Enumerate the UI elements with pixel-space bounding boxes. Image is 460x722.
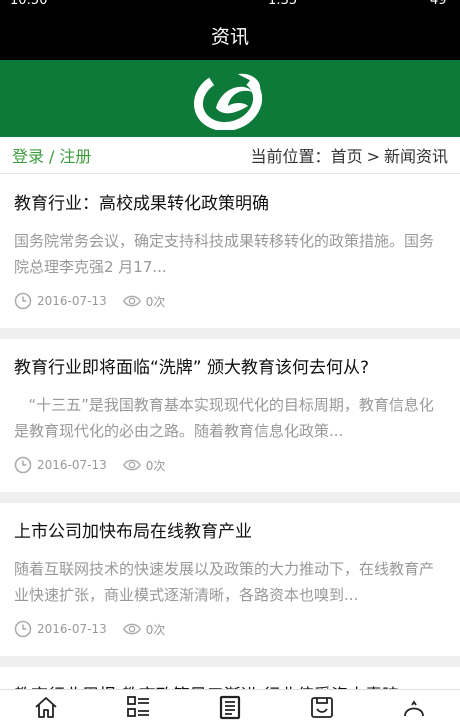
clock-icon: [14, 620, 32, 638]
news-item-meta: 2016-07-13 0次: [14, 452, 446, 492]
news-item-date: 2016-07-13: [37, 458, 107, 472]
news-item-date: 2016-07-13: [37, 622, 107, 636]
register-link[interactable]: 注册: [59, 147, 91, 166]
breadcrumb-home-link[interactable]: 首页: [331, 147, 363, 166]
news-item[interactable]: 上市公司加快布局在线教育产业 随着互联网技术的快速发展以及政策的大力推动下，在线…: [0, 503, 460, 656]
news-item[interactable]: 教育行业：高校成果转化政策明确 国务院常务会议，确定支持科技成果转移转化的政策措…: [0, 175, 460, 328]
tab-contact[interactable]: [276, 690, 368, 722]
news-item-title[interactable]: 上市公司加快布局在线教育产业: [14, 503, 446, 544]
news-item-title[interactable]: 教育行业：高校成果转化政策明确: [14, 175, 446, 216]
eye-icon: [122, 623, 141, 635]
status-time: 10:50: [10, 0, 48, 8]
clock-icon: [14, 292, 32, 310]
news-item-views: 0次: [145, 458, 166, 473]
breadcrumb-current: 新闻资讯: [383, 147, 448, 166]
eye-icon: [122, 459, 141, 471]
status-battery: 49: [430, 0, 447, 8]
news-item[interactable]: 教育行业即将面临“洗牌” 颁大教育该何去何从? “十三五”是我国教育基本实现现代…: [0, 339, 460, 492]
status-clock: 1:35: [268, 0, 298, 8]
brand-logo-icon: [194, 70, 263, 130]
breadcrumb-label: 当前位置：: [250, 147, 331, 166]
page-title: 资讯: [210, 25, 249, 48]
clock-icon: [14, 456, 32, 474]
breadcrumb: 当前位置：首页 > 新闻资讯: [251, 143, 448, 167]
auth-links: 登录 / 注册: [12, 143, 91, 167]
news-item-summary: “十三五”是我国教育基本实现现代化的目标周期，教育信息化是教育现代化的必由之路。…: [14, 396, 434, 440]
news-list: 教育行业：高校成果转化政策明确 国务院常务会议，确定支持科技成果转移转化的政策措…: [0, 175, 460, 708]
home-icon: [35, 697, 57, 718]
list-divider: [0, 328, 460, 339]
brand-banner: [0, 60, 460, 137]
tab-home[interactable]: [0, 690, 92, 722]
news-item-meta: 2016-07-13 0次: [14, 616, 446, 656]
tab-news[interactable]: [184, 690, 276, 722]
news-item-summary: 国务院常务会议，确定支持科技成果转移转化的政策措施。国务院总理李克强2 月17.…: [14, 232, 435, 276]
status-bar: 10:50 1:35 49: [0, 0, 460, 10]
list-divider: [0, 656, 460, 667]
list-divider: [0, 492, 460, 503]
bottom-tab-bar: [0, 689, 460, 722]
news-item-views: 0次: [145, 294, 166, 309]
auth-separator: /: [49, 147, 55, 166]
tab-more[interactable]: [368, 690, 460, 722]
news-item-title[interactable]: 教育行业即将面临“洗牌” 颁大教育该何去何从?: [14, 339, 446, 380]
eye-icon: [122, 295, 141, 307]
more-icon: [404, 700, 424, 717]
news-item-date: 2016-07-13: [37, 294, 107, 308]
news-document-icon: [219, 695, 241, 720]
breadcrumb-arrow: >: [366, 147, 380, 166]
breadcrumb-bar: 登录 / 注册 当前位置：首页 > 新闻资讯: [0, 137, 460, 174]
tab-category[interactable]: [92, 690, 184, 722]
news-item-views: 0次: [145, 622, 166, 637]
login-link[interactable]: 登录: [12, 147, 44, 166]
news-item-summary: 随着互联网技术的快速发展以及政策的大力推动下，在线教育产业快速扩张，商业模式逐渐…: [14, 560, 435, 604]
news-item-meta: 2016-07-13 0次: [14, 288, 446, 328]
category-list-icon: [127, 696, 149, 717]
contact-card-icon: [311, 697, 333, 718]
app-header: 资讯: [0, 10, 460, 60]
